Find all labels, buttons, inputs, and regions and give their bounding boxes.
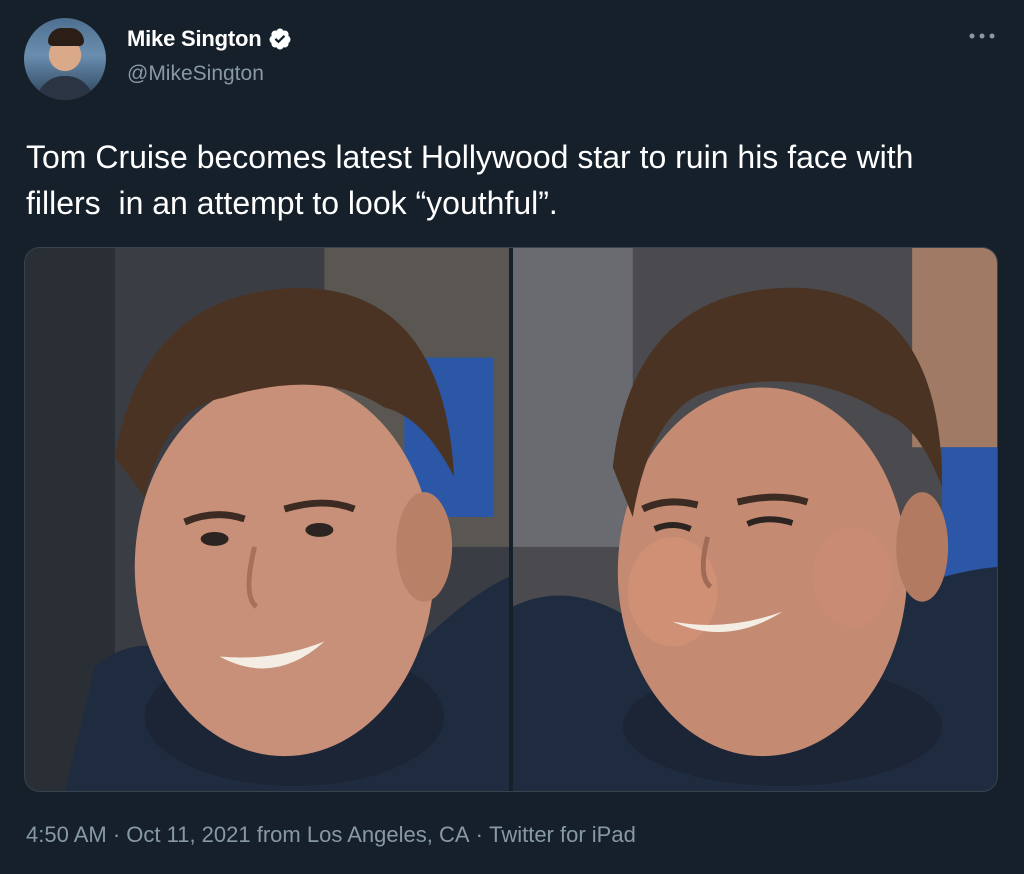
author-display-name[interactable]: Mike Sington xyxy=(127,26,262,52)
author-name-row[interactable]: Mike Sington xyxy=(127,26,292,52)
avatar-shirt-shape xyxy=(36,76,94,100)
meta-from-prefix: from xyxy=(250,822,307,847)
media-photo-left[interactable] xyxy=(25,248,509,791)
tweet-time[interactable]: 4:50 AM xyxy=(26,822,107,848)
avatar-hair-shape xyxy=(48,28,84,46)
verified-badge-icon xyxy=(268,28,290,50)
more-horizontal-icon[interactable] xyxy=(968,28,996,44)
tweet-date[interactable]: Oct 11, 2021 xyxy=(126,822,250,848)
media-grid xyxy=(24,247,998,792)
meta-separator: · xyxy=(469,822,490,847)
meta-separator: · xyxy=(106,822,127,847)
tweet-location[interactable]: Los Angeles, CA xyxy=(307,822,470,848)
media-photo-right[interactable] xyxy=(513,248,997,791)
author-avatar[interactable] xyxy=(24,18,106,100)
tweet-text: Tom Cruise becomes latest Hollywood star… xyxy=(26,139,923,221)
tweet-meta: 4:50 AM · Oct 11, 2021 from Los Angeles,… xyxy=(26,822,636,848)
tweet-source[interactable]: Twitter for iPad xyxy=(489,822,636,848)
author-handle[interactable]: @MikeSington xyxy=(127,62,264,86)
tweet-card: Mike Sington @MikeSington Tom Cruise bec… xyxy=(0,0,1024,874)
photo-right-illustration xyxy=(513,248,997,791)
photo-left-illustration xyxy=(25,248,509,791)
